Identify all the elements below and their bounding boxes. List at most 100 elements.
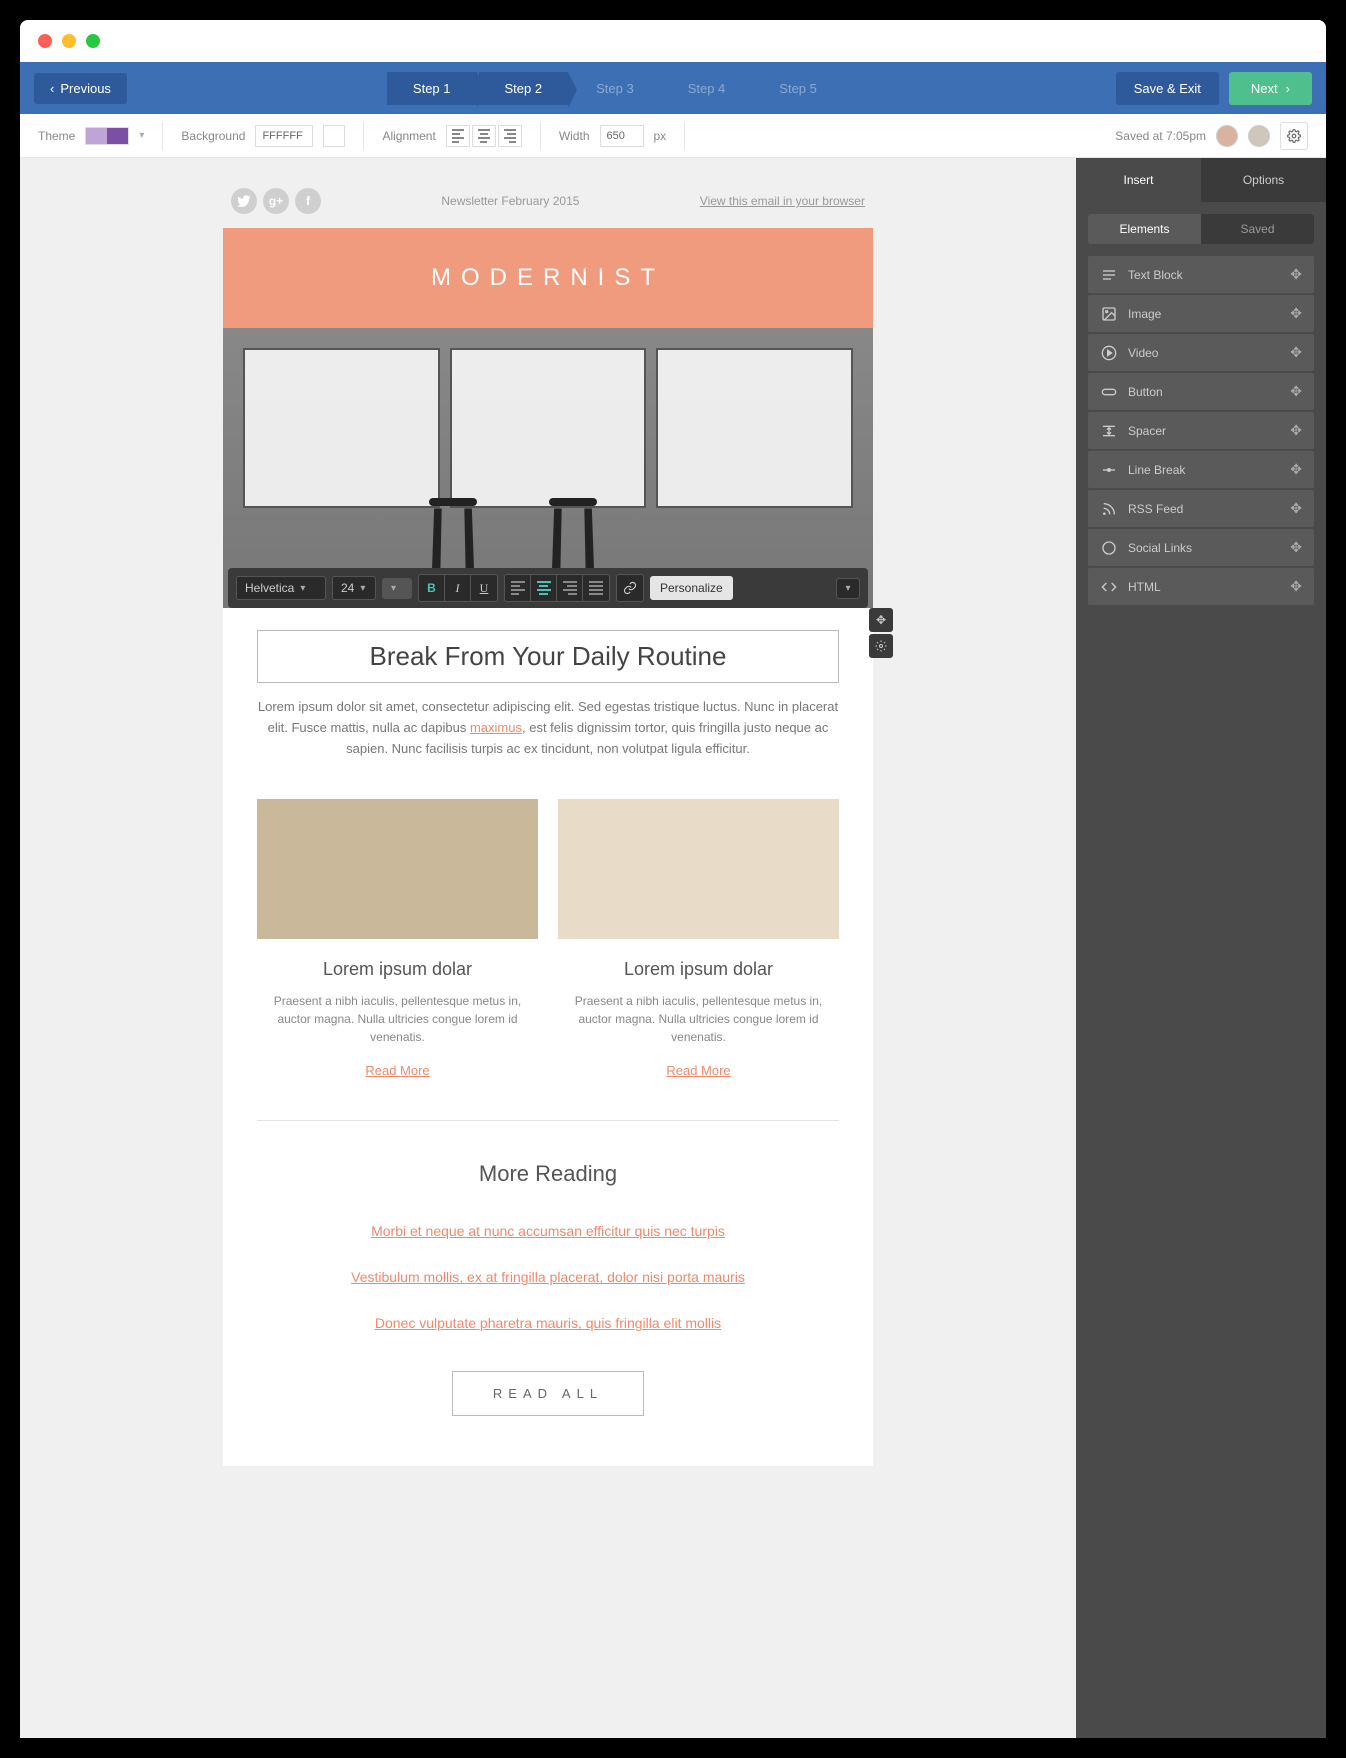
- settings-button[interactable]: [1280, 122, 1308, 150]
- link-button[interactable]: [617, 575, 643, 601]
- column-1[interactable]: Lorem ipsum dolar Praesent a nibh iaculi…: [257, 799, 538, 1080]
- align-center-button[interactable]: [472, 125, 496, 147]
- drag-handle-icon: ✥: [1290, 344, 1302, 361]
- align-left-button[interactable]: [446, 125, 470, 147]
- step-5[interactable]: Step 5: [753, 72, 843, 105]
- element-social-links[interactable]: Social Links ✥: [1088, 529, 1314, 566]
- column-title: Lorem ipsum dolar: [257, 959, 538, 980]
- align-right-button[interactable]: [557, 575, 583, 601]
- separator: [363, 122, 364, 150]
- previous-label: Previous: [60, 81, 111, 96]
- alignment-label: Alignment: [382, 129, 435, 143]
- tab-insert[interactable]: Insert: [1076, 158, 1201, 202]
- more-link[interactable]: Donec vulputate pharetra mauris, quis fr…: [257, 1315, 839, 1331]
- headline-input[interactable]: Break From Your Daily Routine: [257, 630, 839, 683]
- size-select[interactable]: 24▾: [332, 576, 376, 600]
- element-html[interactable]: HTML ✥: [1088, 568, 1314, 605]
- line-break-icon: [1100, 462, 1118, 478]
- avatar[interactable]: [1216, 125, 1238, 147]
- element-spacer[interactable]: Spacer ✥: [1088, 412, 1314, 449]
- align-right-button[interactable]: [498, 125, 522, 147]
- drag-handle-icon: ✥: [1290, 422, 1302, 439]
- width-input[interactable]: [600, 125, 644, 147]
- underline-button[interactable]: U: [471, 575, 497, 601]
- drag-handle-icon: ✥: [1290, 461, 1302, 478]
- chevron-right-icon: ›: [1286, 81, 1290, 96]
- gear-icon: [1287, 129, 1301, 143]
- chevron-down-icon[interactable]: ▾: [139, 130, 144, 141]
- size-value: 24: [341, 581, 354, 595]
- subtab-elements[interactable]: Elements: [1088, 214, 1201, 244]
- workarea: g+ f Newsletter February 2015 View this …: [20, 158, 1326, 1738]
- save-exit-button[interactable]: Save & Exit: [1116, 72, 1219, 105]
- move-handle[interactable]: ✥: [869, 608, 893, 632]
- format-toolbar: Theme ▾ Background Alignment Width px Sa…: [20, 114, 1326, 158]
- read-more-link[interactable]: Read More: [666, 1063, 730, 1078]
- twitter-icon[interactable]: [231, 188, 257, 214]
- background-input[interactable]: [255, 125, 313, 147]
- body-text: Lorem ipsum dolor sit amet, consectetur …: [257, 697, 839, 759]
- top-nav: ‹ Previous Step 1 Step 2 Step 3 Step 4 S…: [20, 62, 1326, 114]
- personalize-button[interactable]: Personalize: [650, 576, 733, 600]
- block-settings-button[interactable]: [869, 634, 893, 658]
- facebook-icon[interactable]: f: [295, 188, 321, 214]
- read-more-link[interactable]: Read More: [365, 1063, 429, 1078]
- background-swatch[interactable]: [323, 125, 345, 147]
- width-unit: px: [654, 129, 667, 143]
- element-image[interactable]: Image ✥: [1088, 295, 1314, 332]
- google-plus-icon[interactable]: g+: [263, 188, 289, 214]
- next-button[interactable]: Next ›: [1229, 72, 1312, 105]
- text-block[interactable]: Break From Your Daily Routine Lorem ipsu…: [223, 608, 873, 799]
- column-image[interactable]: [257, 799, 538, 939]
- sidebar-tabs: Insert Options: [1076, 158, 1326, 202]
- drag-handle-icon: ✥: [1290, 500, 1302, 517]
- column-text: Praesent a nibh iaculis, pellentesque me…: [257, 992, 538, 1046]
- column-2[interactable]: Lorem ipsum dolar Praesent a nibh iaculi…: [558, 799, 839, 1080]
- drag-handle-icon: ✥: [1290, 305, 1302, 322]
- drag-handle-icon: ✥: [1290, 266, 1302, 283]
- canvas: g+ f Newsletter February 2015 View this …: [20, 158, 1076, 1738]
- align-left-button[interactable]: [505, 575, 531, 601]
- avatar[interactable]: [1248, 125, 1270, 147]
- step-3[interactable]: Step 3: [570, 72, 660, 105]
- view-in-browser-link[interactable]: View this email in your browser: [700, 194, 865, 208]
- step-2[interactable]: Step 2: [479, 72, 569, 105]
- color-select[interactable]: ▾: [382, 578, 412, 599]
- column-image[interactable]: [558, 799, 839, 939]
- social-icons: g+ f: [231, 188, 321, 214]
- code-icon: [1100, 579, 1118, 595]
- chevron-left-icon: ‹: [50, 81, 54, 96]
- element-rss-feed[interactable]: RSS Feed ✥: [1088, 490, 1314, 527]
- block-handles: ✥: [869, 608, 893, 658]
- more-link[interactable]: Vestibulum mollis, ex at fringilla place…: [257, 1269, 839, 1285]
- hero-image[interactable]: Helvetica▾ 24▾ ▾ B I U: [223, 328, 873, 608]
- element-line-break[interactable]: Line Break ✥: [1088, 451, 1314, 488]
- element-label: Social Links: [1128, 541, 1280, 555]
- italic-button[interactable]: I: [445, 575, 471, 601]
- element-text-block[interactable]: Text Block ✥: [1088, 256, 1314, 293]
- element-video[interactable]: Video ✥: [1088, 334, 1314, 371]
- font-select[interactable]: Helvetica▾: [236, 576, 326, 600]
- element-button[interactable]: Button ✥: [1088, 373, 1314, 410]
- more-reading-heading: More Reading: [257, 1161, 839, 1187]
- more-options-button[interactable]: ▾: [836, 578, 860, 599]
- step-1[interactable]: Step 1: [387, 72, 477, 105]
- theme-swatch[interactable]: [85, 127, 129, 145]
- read-all-button[interactable]: READ ALL: [452, 1371, 644, 1416]
- tab-options[interactable]: Options: [1201, 158, 1326, 202]
- bold-button[interactable]: B: [419, 575, 445, 601]
- align-center-button[interactable]: [531, 575, 557, 601]
- previous-button[interactable]: ‹ Previous: [34, 73, 127, 104]
- email-preheader-row: g+ f Newsletter February 2015 View this …: [223, 188, 873, 228]
- drag-handle-icon: ✥: [1290, 578, 1302, 595]
- subtab-saved[interactable]: Saved: [1201, 214, 1314, 244]
- step-4[interactable]: Step 4: [662, 72, 752, 105]
- more-reading-section: More Reading Morbi et neque at nunc accu…: [223, 1161, 873, 1371]
- window-zoom-icon[interactable]: [86, 34, 100, 48]
- more-link[interactable]: Morbi et neque at nunc accumsan efficitu…: [257, 1223, 839, 1239]
- align-justify-button[interactable]: [583, 575, 609, 601]
- window-minimize-icon[interactable]: [62, 34, 76, 48]
- window-close-icon[interactable]: [38, 34, 52, 48]
- rss-icon: [1100, 501, 1118, 517]
- body-link[interactable]: maximus: [470, 720, 522, 735]
